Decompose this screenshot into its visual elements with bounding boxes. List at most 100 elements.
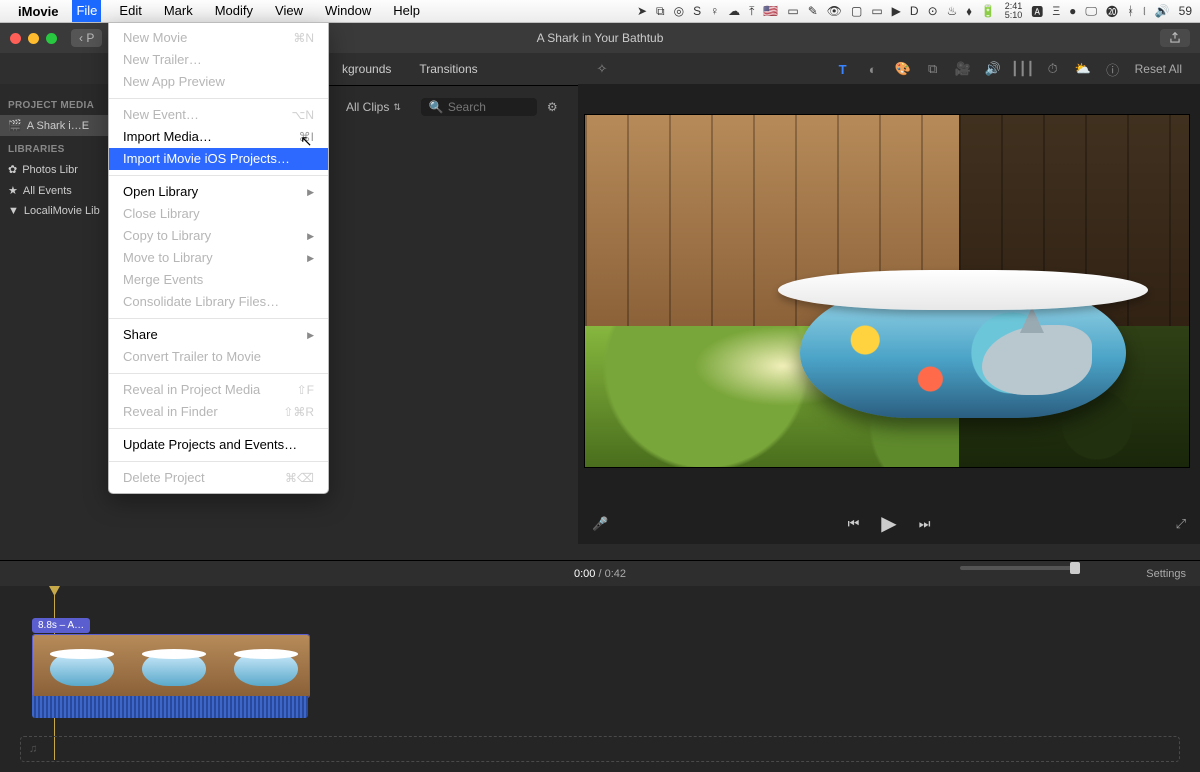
reset-all-button[interactable]: Reset All	[1135, 62, 1182, 76]
d-icon[interactable]: D	[910, 4, 919, 18]
menu-item-label: Close Library	[123, 205, 314, 223]
clip-thumb[interactable]	[33, 635, 125, 697]
zoom-window-button[interactable]	[46, 33, 57, 44]
play-icon[interactable]: ▶	[892, 4, 901, 18]
eye-icon[interactable]: 👁	[827, 4, 842, 18]
s-icon[interactable]: S	[693, 4, 701, 18]
fullscreen-icon[interactable]: ⤢	[1176, 516, 1186, 532]
speed-icon[interactable]: ⏱	[1045, 61, 1061, 77]
close-window-button[interactable]	[10, 33, 21, 44]
menu-window[interactable]: Window	[321, 0, 375, 22]
menu-edit[interactable]: Edit	[115, 0, 145, 22]
drop-icon[interactable]: ⬧	[966, 4, 971, 19]
menu-item-shortcut: ⌘N	[293, 29, 314, 47]
menu-item-label: Update Projects and Events…	[123, 436, 314, 454]
file-menu-item: Close Library	[109, 203, 328, 225]
dot-icon[interactable]: ●	[1069, 4, 1076, 18]
file-menu-item[interactable]: Open Library	[109, 181, 328, 203]
tab-transitions[interactable]: Transitions	[405, 62, 491, 76]
volume-icon[interactable]: 🔊	[1155, 4, 1170, 18]
wand-icon[interactable]: ✧	[594, 61, 610, 77]
browser-settings-icon[interactable]: ⚙	[547, 100, 558, 114]
clip-label[interactable]: 8.8s – A…	[32, 618, 90, 633]
sidebar-project-row[interactable]: 🎬 A Shark i…E	[0, 115, 110, 136]
music-track-empty[interactable]: ♫	[20, 736, 1180, 762]
app-name[interactable]: iMovie	[18, 4, 58, 19]
monitor-icon[interactable]: 🖵	[1085, 4, 1097, 19]
wifi-icon[interactable]: ⧙	[1143, 4, 1146, 19]
next-button[interactable]: ⏭	[919, 516, 931, 532]
evernote-icon[interactable]: ✎	[808, 4, 818, 18]
rect-icon[interactable]: ▭	[871, 4, 882, 18]
menu-file[interactable]: File	[72, 0, 101, 22]
menu-view[interactable]: View	[271, 0, 307, 22]
bluetooth-icon[interactable]: ᚼ	[1127, 4, 1134, 18]
tab-backgrounds[interactable]: kgrounds	[328, 62, 405, 76]
file-menu-item: Copy to Library	[109, 225, 328, 247]
file-menu-item[interactable]: Import iMovie iOS Projects…	[109, 148, 328, 170]
display-icon[interactable]: ▢	[851, 4, 862, 18]
traffic-lights	[10, 33, 57, 44]
up-icon[interactable]: ⤒	[749, 4, 754, 19]
zoom-knob[interactable]	[1070, 562, 1080, 574]
color-correction-icon[interactable]: 🎨	[895, 61, 911, 77]
a-box-icon[interactable]: 🅰	[1031, 3, 1043, 20]
cc-icon[interactable]: ◎	[674, 4, 684, 18]
clip-strip[interactable]	[32, 634, 310, 698]
menu-item-label: Open Library	[123, 183, 301, 201]
menu-mark[interactable]: Mark	[160, 0, 197, 22]
battery-icon[interactable]: 🔋	[981, 4, 996, 18]
tv-icon[interactable]: ▭	[787, 4, 798, 18]
timeline-zoom-slider[interactable]	[960, 566, 1080, 570]
prev-button[interactable]: ⏮	[848, 516, 860, 532]
file-menu-item[interactable]: Update Projects and Events…	[109, 434, 328, 456]
info-icon[interactable]: ⓘ	[1105, 61, 1121, 77]
menubar-clock[interactable]: 2:41 5:10	[1005, 2, 1023, 20]
play-button[interactable]: ▶	[881, 511, 896, 536]
section-project-media: PROJECT MEDIA	[0, 92, 110, 115]
sigma-icon[interactable]: Ξ	[1052, 4, 1060, 18]
sidebar-photos-library[interactable]: ✿ Photos Libr	[0, 159, 110, 180]
titles-icon[interactable]: T	[835, 61, 851, 77]
flower-icon: ✿	[8, 163, 17, 176]
file-menu-item: New App Preview	[109, 71, 328, 93]
stabilize-icon[interactable]: 🎥	[955, 61, 971, 77]
viewer-tool-icons: ✧ T ◐ 🎨 ⧉ 🎥 🔊 ┃┃┃ ⏱ ⛅ ⓘ Reset All	[576, 61, 1200, 77]
headphones-icon[interactable]: ♀	[710, 4, 719, 18]
flame-icon[interactable]: ♨	[947, 4, 958, 18]
dropbox-icon[interactable]: ⧉	[656, 4, 665, 19]
file-menu-item: Reveal in Project Media⇧F	[109, 379, 328, 401]
clip-audio-waveform[interactable]	[32, 696, 308, 718]
crop-icon[interactable]: ⧉	[925, 61, 941, 77]
clip-thumb[interactable]	[217, 635, 309, 697]
search-input[interactable]: 🔍 Search	[421, 98, 537, 116]
menu-item-label: New Trailer…	[123, 51, 314, 69]
disclosure-triangle-icon: ▼	[8, 205, 19, 217]
menu-modify[interactable]: Modify	[211, 0, 257, 22]
share-button[interactable]	[1160, 29, 1190, 47]
section-libraries: LIBRARIES	[0, 136, 110, 159]
file-menu-item[interactable]: Share	[109, 324, 328, 346]
circle-icon[interactable]: ⊙	[928, 4, 938, 18]
timeline-panel[interactable]: 8.8s – A… ♫	[0, 586, 1200, 772]
preview-canvas[interactable]	[584, 114, 1190, 468]
timeline-settings-button[interactable]: Settings	[1146, 568, 1186, 580]
minimize-window-button[interactable]	[28, 33, 39, 44]
sidebar-local-library[interactable]: ▼ LocaliMovie Lib	[0, 201, 110, 221]
back-button[interactable]: ‹ P	[71, 29, 102, 47]
menu-help[interactable]: Help	[389, 0, 424, 22]
equalizer-icon[interactable]: ┃┃┃	[1015, 61, 1031, 77]
clip-thumb[interactable]	[125, 635, 217, 697]
sidebar-all-events[interactable]: ★ All Events	[0, 180, 110, 201]
calendar-icon[interactable]: ⓴	[1106, 3, 1118, 20]
filter-icon[interactable]: ⛅	[1075, 61, 1091, 77]
location-icon[interactable]: ➤	[637, 4, 647, 18]
file-menu-item[interactable]: Import Media…⌘I	[109, 126, 328, 148]
volume-tool-icon[interactable]: 🔊	[985, 61, 1001, 77]
menu-item-label: Consolidate Library Files…	[123, 293, 314, 311]
all-clips-dropdown[interactable]: All Clips ⇅	[346, 100, 401, 114]
cloud-icon[interactable]: ☁	[728, 4, 740, 18]
menu-item-shortcut: ⌘⌫	[285, 469, 314, 487]
color-balance-icon[interactable]: ◐	[865, 61, 881, 77]
flag-icon[interactable]: 🇺🇸	[763, 4, 778, 18]
